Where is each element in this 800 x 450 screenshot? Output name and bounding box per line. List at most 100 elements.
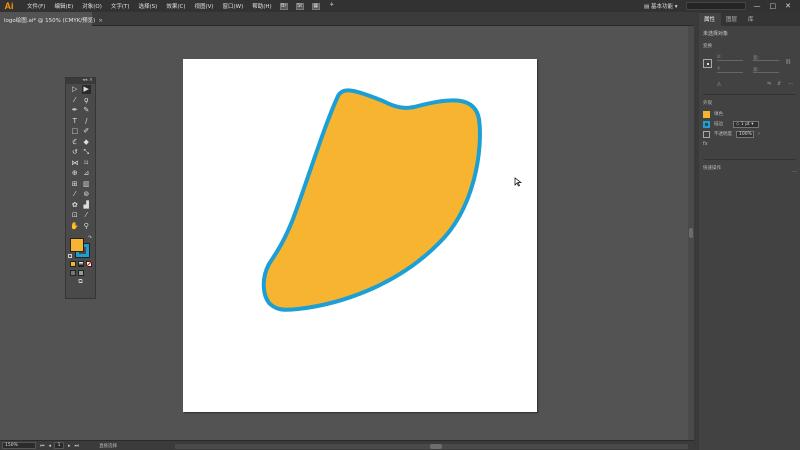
stroke-label: 描边 [714,122,723,127]
menu-select[interactable]: 选择(S) [139,2,158,10]
first-artboard-icon[interactable]: ⏮ [40,443,45,449]
stroke-color-swatch[interactable] [703,120,710,128]
tab-properties[interactable]: 属性 [699,13,722,26]
horizontal-scroll-thumb[interactable] [430,444,442,449]
fill-row: 填色 [703,109,796,119]
help-search-input[interactable] [685,2,746,10]
constrain-proportions-icon[interactable]: ⛓ [785,59,791,65]
transform-more-icon[interactable]: ··· [788,81,793,87]
effects-icon[interactable]: fx [703,141,796,147]
opacity-row: 不透明度 100% › [703,129,796,139]
y-field[interactable]: Y: [717,67,743,73]
rectangle-icon[interactable]: □ [70,127,79,136]
minimize-button[interactable]: — [754,2,761,10]
horizontal-scrollbar[interactable] [175,444,688,449]
color-mode-icon[interactable] [70,260,76,267]
stock-icon[interactable]: St [295,2,304,10]
eraser-icon[interactable]: ◆ [82,137,91,146]
tools-panel-header[interactable]: ◂◂ × [66,77,95,84]
rotate-icon[interactable]: ↺ [70,148,79,157]
x-field[interactable]: X: [717,55,743,61]
arrange-documents-icon[interactable]: ▦ [311,2,320,10]
shape-builder-icon[interactable]: ⊕ [70,169,79,178]
none-mode-icon[interactable] [86,260,92,267]
opacity-input[interactable]: 100% [736,130,754,138]
artboard[interactable] [183,59,537,412]
prev-artboard-icon[interactable]: ◂ [49,443,52,449]
width-icon[interactable]: ⋈ [70,158,79,167]
color-mode-row [66,259,95,268]
mesh-icon[interactable]: ⊞ [70,179,79,188]
close-tab-icon[interactable]: × [98,18,103,24]
direct-selection-icon[interactable]: ▶ [81,84,91,94]
default-colors-icon[interactable] [68,254,72,258]
artboard-number-input[interactable]: 1 [54,442,65,449]
zoom-level-input[interactable]: 150% [2,442,36,449]
panel-divider [703,159,796,160]
menu-object[interactable]: 对象(O) [82,2,102,10]
menu-view[interactable]: 视图(V) [194,2,213,10]
eyedropper-icon[interactable]: ⁄ [70,190,79,199]
shaper-icon[interactable]: ℭ [70,137,79,146]
transform-section-title: 变换 [703,44,712,49]
menu-effect[interactable]: 效果(C) [166,2,185,10]
app-logo: Ai [4,1,14,11]
flip-horizontal-icon[interactable]: ⇋ [767,81,771,87]
hand-icon[interactable]: ✋ [70,221,79,230]
column-graph-icon[interactable]: ▟ [82,200,91,209]
document-tab[interactable]: logo绘图.ai* @ 150% (CMYK/预览) × [0,12,103,26]
type-icon[interactable]: T [70,116,79,125]
opacity-label: 不透明度 [714,132,732,137]
appearance-more-icon[interactable]: ··· [792,169,797,175]
height-field[interactable]: 高: [753,67,779,73]
magic-wand-icon[interactable]: ⁄ [70,95,79,104]
lasso-icon[interactable]: ϙ [82,95,91,104]
free-transform-icon[interactable]: ⌑ [82,158,91,167]
draw-normal-icon[interactable] [70,269,76,276]
rotate-field-icon[interactable]: ◬ [717,81,721,87]
close-button[interactable]: ✕ [785,2,791,10]
vertical-scroll-thumb[interactable] [689,228,693,238]
menu-help[interactable]: 帮助(H) [252,2,271,10]
tab-libraries[interactable]: 库 [743,13,760,26]
slice-icon[interactable]: ⁄ [82,211,91,220]
perspective-grid-icon[interactable]: ⊿ [82,169,91,178]
opacity-dropdown-icon[interactable]: › [758,131,760,137]
gpu-performance-icon[interactable]: ✈ [328,2,336,10]
fill-color-swatch[interactable] [703,110,710,118]
document-tab-title: logo绘图.ai* @ 150% (CMYK/预览) [4,18,96,24]
line-segment-icon[interactable]: / [82,116,91,125]
blend-icon[interactable]: ⊚ [82,190,91,199]
symbol-sprayer-icon[interactable]: ✿ [70,200,79,209]
stroke-weight-input[interactable]: ◇ 1 pt ▾ [733,120,759,128]
last-artboard-icon[interactable]: ⏭ [75,443,80,449]
fill-label: 填色 [714,112,723,117]
logo-blob-shape[interactable] [261,88,482,312]
gradient-mode-icon[interactable] [78,260,84,267]
gradient-icon[interactable]: ▥ [82,179,91,188]
curvature-icon[interactable]: ✎ [82,106,91,115]
selection-icon[interactable]: ▷ [70,85,79,94]
paintbrush-icon[interactable]: ✐ [82,127,91,136]
flip-vertical-icon[interactable]: ⇵ [777,81,781,87]
zoom-icon[interactable]: ⚲ [82,221,91,230]
screen-mode-icon[interactable]: ⧉ [76,277,85,286]
menu-edit[interactable]: 编辑(E) [54,2,73,10]
tab-layers[interactable]: 图层 [721,13,743,26]
scale-icon[interactable]: ⤡ [82,148,91,157]
document-tab-bar: logo绘图.ai* @ 150% (CMYK/预览) × [0,12,694,26]
draw-behind-icon[interactable] [78,269,84,276]
workspace-switcher[interactable]: ▤ 基本功能 ▾ [644,2,677,10]
fill-swatch[interactable] [70,238,84,252]
maximize-button[interactable]: □ [770,2,777,10]
menu-file[interactable]: 文件(F) [27,2,45,10]
artboard-icon[interactable]: ⊡ [70,211,79,220]
reference-point-icon[interactable] [703,59,712,68]
next-artboard-icon[interactable]: ▸ [68,443,71,449]
menu-type[interactable]: 文字(T) [111,2,130,10]
menu-window[interactable]: 窗口(W) [223,2,244,10]
swap-fill-stroke-icon[interactable]: ↷ [88,235,92,241]
pen-icon[interactable]: ✒ [70,106,79,115]
width-field[interactable]: 宽: [753,55,779,61]
bridge-icon[interactable]: Br [279,2,288,10]
